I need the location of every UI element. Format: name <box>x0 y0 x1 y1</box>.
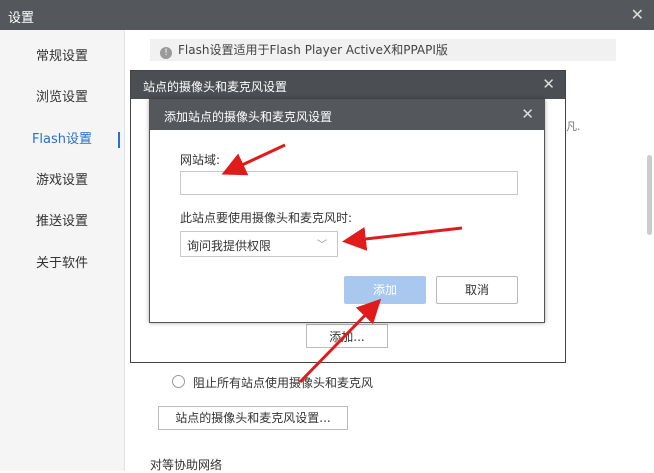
inner-dialog-title: 添加站点的摄像头和麦克风设置 <box>164 110 333 124</box>
sidebar-item-about[interactable]: 关于软件 <box>0 251 124 277</box>
flash-info-bar: ! Flash设置适用于Flash Player ActiveX和PPAPI版 <box>150 39 616 61</box>
scrollbar-thumb[interactable] <box>647 155 652 235</box>
cancel-button[interactable]: 取消 <box>436 276 518 304</box>
sidebar: 常规设置 浏览设置 Flash设置 游戏设置 推送设置 关于软件 <box>0 30 125 471</box>
window-close-icon[interactable]: ✕ <box>631 5 644 24</box>
outer-dialog-titlebar: 站点的摄像头和麦克风设置 ✕ <box>131 71 565 99</box>
outer-add-button[interactable]: 添加... <box>306 324 388 348</box>
sidebar-item-flash[interactable]: Flash设置 <box>0 127 124 153</box>
sidebar-item-general[interactable]: 常规设置 <box>0 44 124 70</box>
info-icon: ! <box>160 47 172 59</box>
partial-text: 凡. <box>566 120 581 133</box>
outer-dialog-close-icon[interactable]: ✕ <box>542 75 555 93</box>
p2p-network-label: 对等协助网络 <box>150 458 223 472</box>
site-camera-mic-settings-button[interactable]: 站点的摄像头和麦克风设置... <box>158 406 348 430</box>
add-button[interactable]: 添加 <box>344 276 426 304</box>
inner-dialog: 添加站点的摄像头和麦克风设置 ✕ 网站域: 此站点要使用摄像头和麦克风时: 询问… <box>149 99 545 323</box>
permission-select[interactable]: 询问我提供权限 ﹀ <box>180 231 338 257</box>
permission-select-value: 询问我提供权限 <box>187 239 272 253</box>
chevron-down-icon: ﹀ <box>317 240 327 251</box>
sidebar-item-games[interactable]: 游戏设置 <box>0 168 124 194</box>
window-title: 设置 <box>8 11 35 26</box>
active-indicator <box>118 132 120 148</box>
sidebar-item-push[interactable]: 推送设置 <box>0 209 124 235</box>
permission-label: 此站点要使用摄像头和麦克风时: <box>180 211 353 225</box>
flash-info-text: Flash设置适用于Flash Player ActiveX和PPAPI版 <box>178 43 448 57</box>
domain-label: 网站域: <box>180 153 221 167</box>
outer-dialog-title: 站点的摄像头和麦克风设置 <box>143 80 288 94</box>
sidebar-item-flash-label: Flash设置 <box>31 132 93 147</box>
block-all-label: 阻止所有站点使用摄像头和麦克风 <box>193 376 374 390</box>
block-all-radio[interactable] <box>172 375 185 388</box>
window-titlebar: 设置 ✕ <box>0 0 654 30</box>
inner-dialog-close-icon[interactable]: ✕ <box>521 105 534 123</box>
inner-dialog-titlebar: 添加站点的摄像头和麦克风设置 ✕ <box>150 100 544 130</box>
sidebar-item-browsing[interactable]: 浏览设置 <box>0 85 124 111</box>
domain-input[interactable] <box>180 171 518 195</box>
